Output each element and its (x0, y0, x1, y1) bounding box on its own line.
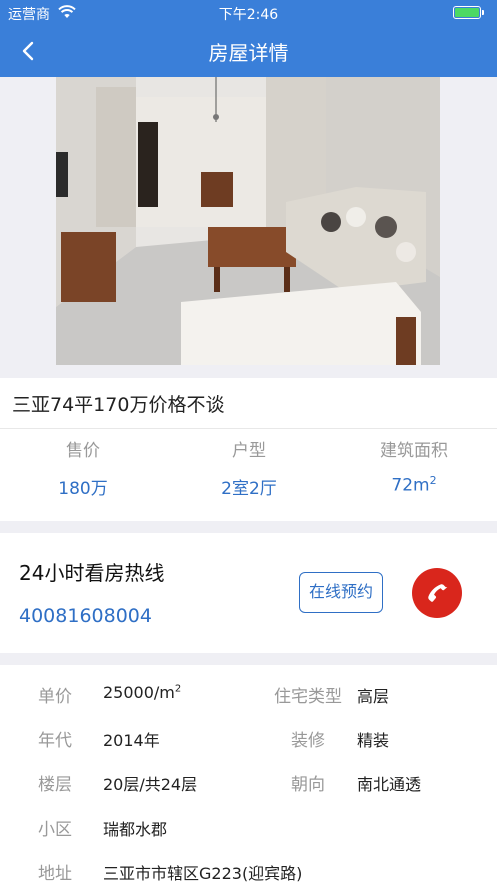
address-label: 地址 (38, 864, 72, 883)
unit-price-sup: 2 (174, 683, 182, 695)
house-photo[interactable] (56, 77, 440, 365)
orientation-label: 朝向 (291, 775, 325, 795)
unit-price-label: 单价 (38, 687, 72, 707)
battery-icon (453, 6, 484, 19)
book-online-button[interactable]: 在线预约 (299, 572, 383, 613)
unit-price-number: 25000/m (103, 683, 175, 702)
stat-value: 180万 (58, 479, 108, 499)
unit-price-value: 25000/m2 (103, 683, 181, 702)
floor-value: 20层/共24层 (103, 775, 198, 794)
floor-label: 楼层 (38, 775, 72, 795)
stat-label: 户型 (232, 441, 266, 461)
clock: 下午2:46 (218, 7, 279, 23)
orientation-value: 南北通透 (357, 775, 422, 794)
community-value: 瑞都水郡 (103, 820, 168, 839)
house-type-label: 住宅类型 (274, 687, 342, 707)
nav-bar: 运营商 下午2:46 房屋详情 (0, 0, 497, 77)
community-label: 小区 (38, 820, 72, 840)
stat-label: 售价 (66, 441, 100, 461)
stat-price: 售价 180万 (0, 436, 166, 499)
year-label: 年代 (38, 731, 72, 751)
stat-label: 建筑面积 (380, 441, 448, 461)
decoration-label: 装修 (291, 731, 325, 751)
address-value: 三亚市市辖区G223(迎宾路) (103, 864, 303, 883)
page-title: 房屋详情 (208, 41, 289, 65)
stat-layout: 户型 2室2厅 (166, 436, 332, 499)
hotline-card: 24小时看房热线 40081608004 在线预约 (0, 533, 497, 653)
call-button[interactable] (412, 568, 462, 618)
stat-value: 72m2 (331, 474, 497, 496)
status-bar: 运营商 下午2:46 (0, 0, 497, 26)
house-type-value: 高层 (357, 687, 390, 706)
photo-area (0, 77, 497, 375)
hotline-title: 24小时看房热线 (19, 561, 165, 585)
listing-title: 三亚74平170万价格不谈 (12, 394, 225, 416)
area-unit-sup: 2 (429, 474, 437, 487)
area-value: 72m (391, 475, 430, 496)
stat-value: 2室2厅 (221, 479, 277, 499)
details-card: 单价 25000/m2 住宅类型 高层 年代 2014年 装修 精装 楼层 20… (0, 665, 497, 883)
phone-icon (428, 584, 448, 602)
divider (0, 428, 497, 429)
hotline-number[interactable]: 40081608004 (19, 605, 152, 627)
year-value: 2014年 (103, 731, 160, 750)
decoration-value: 精装 (357, 731, 390, 750)
stat-area: 建筑面积 72m2 (331, 436, 497, 496)
listing-info-card: 三亚74平170万价格不谈 售价 180万 户型 2室2厅 建筑面积 72m2 (0, 378, 497, 521)
